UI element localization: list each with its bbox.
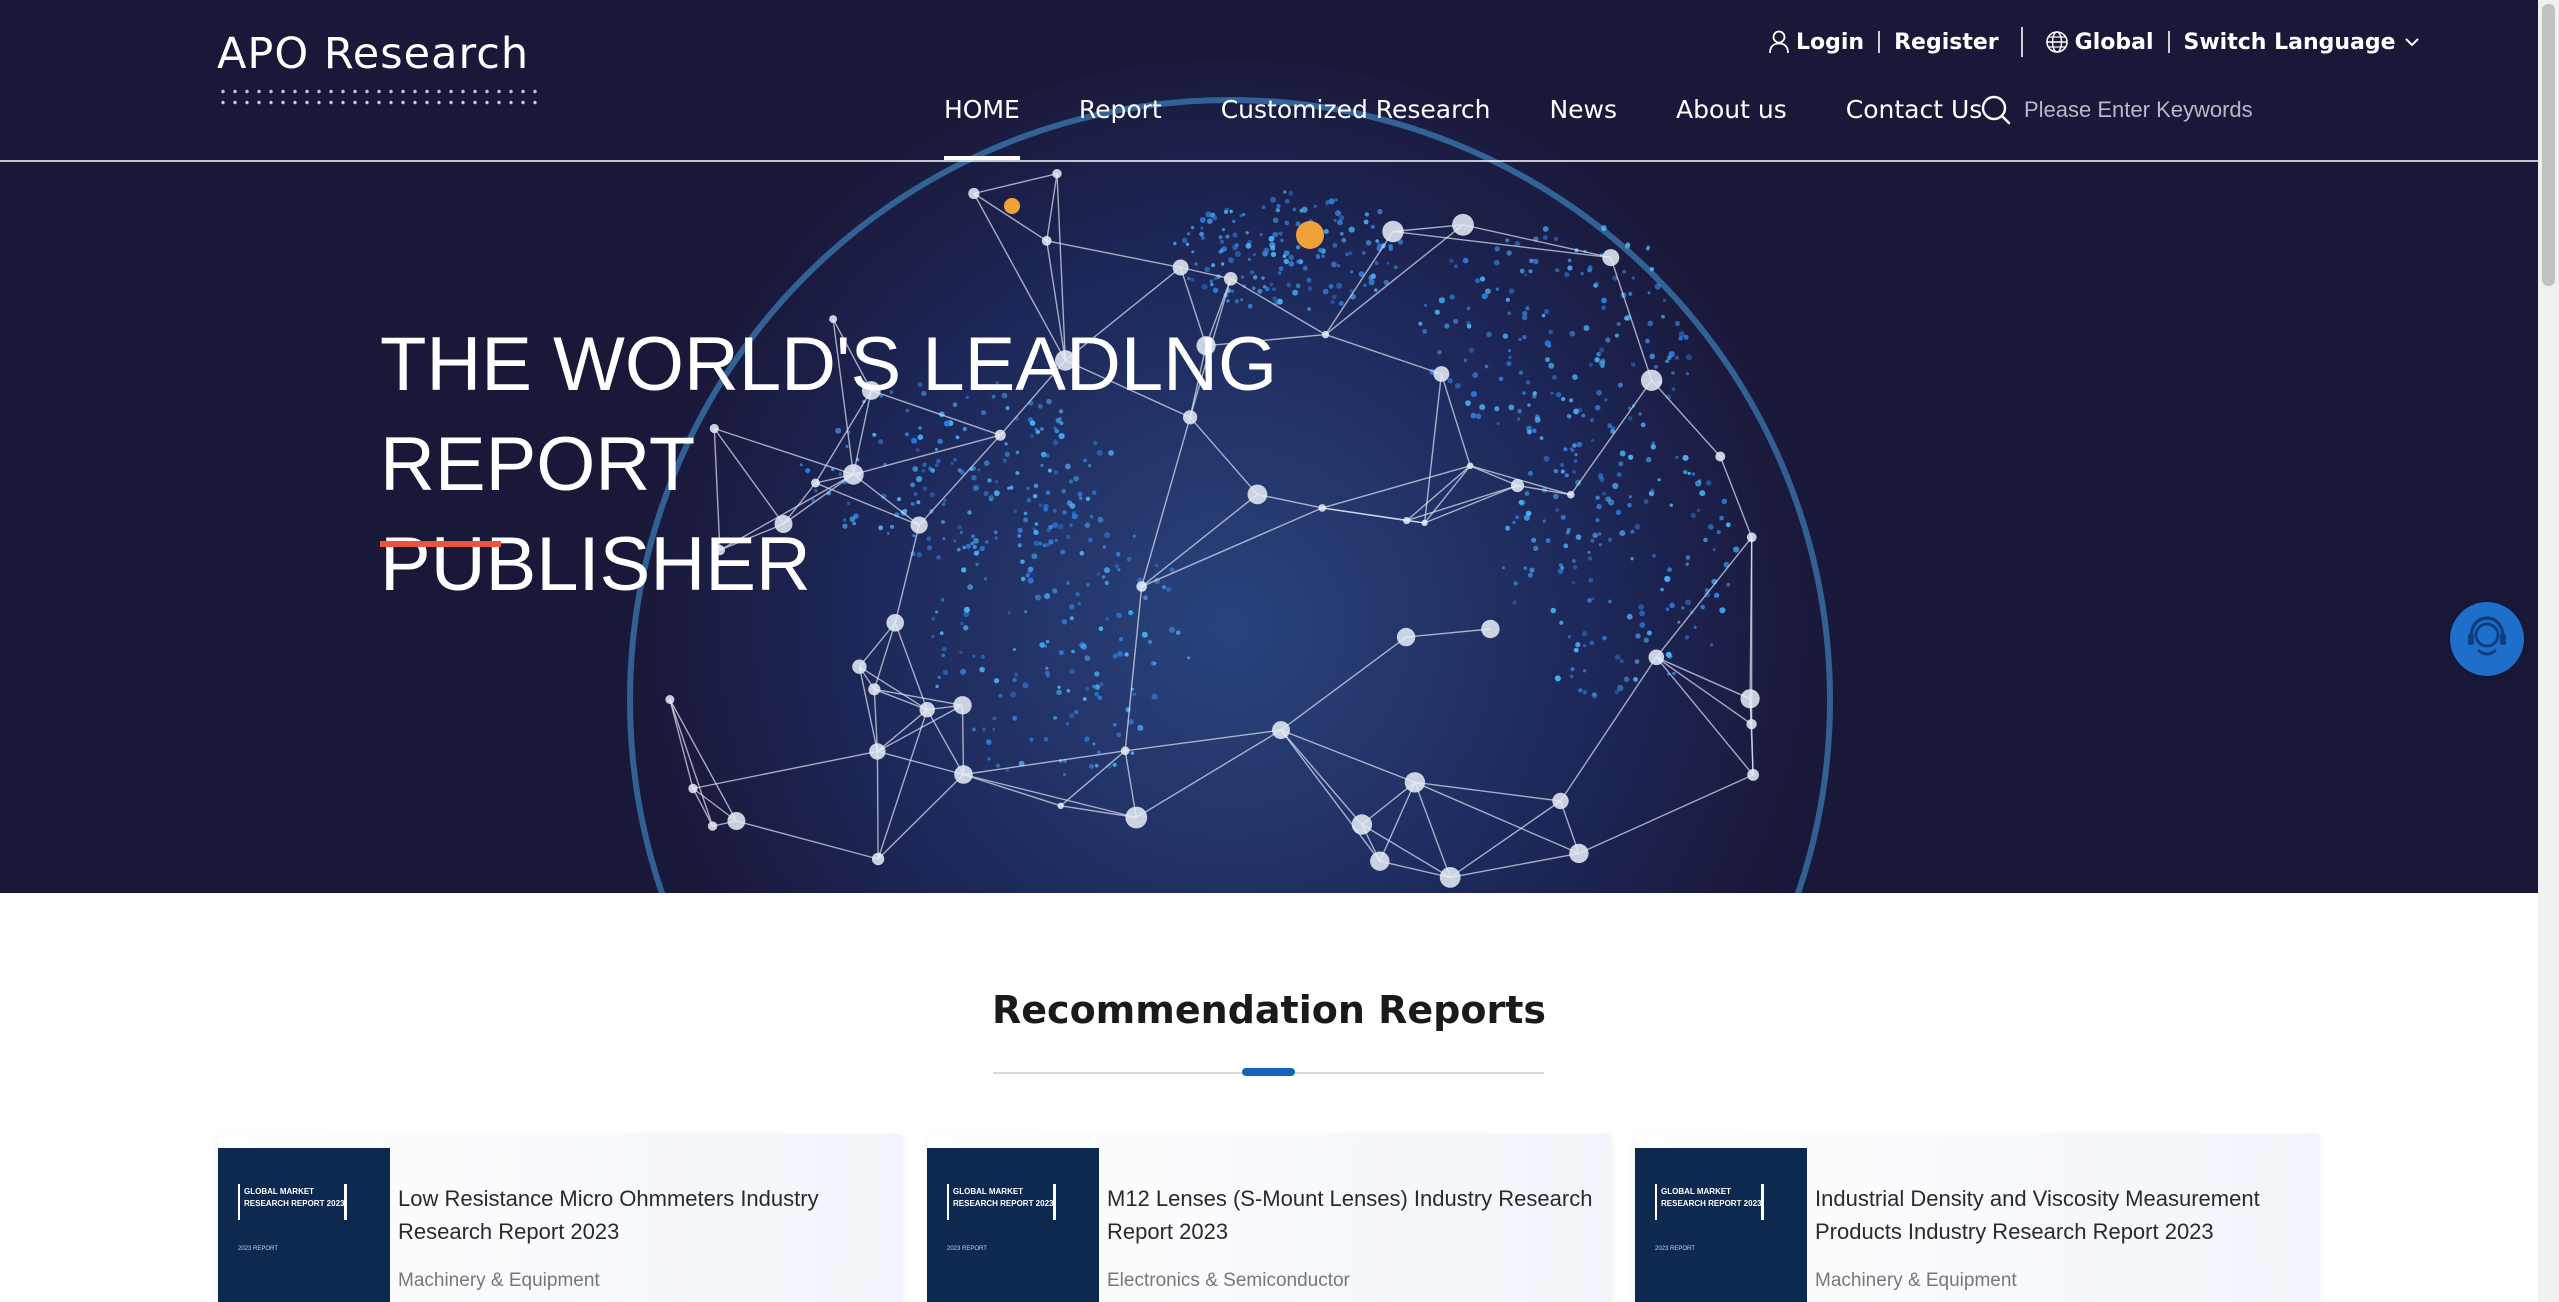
nav-item-home[interactable]: HOME: [944, 92, 1020, 160]
cover-text-line-1: GLOBAL MARKET: [244, 1187, 315, 1196]
report-title[interactable]: Low Resistance Micro Ohmmeters Industry …: [398, 1182, 893, 1248]
report-category[interactable]: Machinery & Equipment: [1815, 1270, 2017, 1292]
cover-text: GLOBAL MARKET RESEARCH REPORT 2023: [953, 1186, 1053, 1210]
search-input[interactable]: [2024, 97, 2264, 123]
cover-text-line-1: GLOBAL MARKET: [1661, 1187, 1732, 1196]
top-utility-bar: Login Register Global Switch Language: [1768, 24, 2426, 60]
logo-text: APO Research: [217, 29, 530, 79]
report-card[interactable]: GLOBAL MARKET RESEARCH REPORT 2023 2023 R…: [1635, 1134, 2320, 1302]
cover-text-line-2: RESEARCH REPORT 2023: [953, 1199, 1054, 1208]
divider: [2167, 31, 2170, 53]
report-card[interactable]: GLOBAL MARKET RESEARCH REPORT 2023 2023 R…: [218, 1134, 903, 1302]
divider: [2020, 27, 2023, 57]
recommendation-heading: Recommendation Reports: [992, 988, 1546, 1032]
report-cover-image[interactable]: GLOBAL MARKET RESEARCH REPORT 2023 2023 R…: [927, 1148, 1099, 1302]
hero-accent-line: [380, 541, 501, 547]
hero-banner: APO Research Login Register Global Switc…: [0, 0, 2538, 893]
hero-title-line-1: THE WORLD'S LEADLNG REPORT: [380, 322, 1278, 507]
search-icon[interactable]: [1980, 94, 2012, 126]
cover-bar: [947, 1184, 949, 1220]
report-card[interactable]: GLOBAL MARKET RESEARCH REPORT 2023 2023 R…: [927, 1134, 1612, 1302]
cover-subtext: 2023 REPORT: [1655, 1246, 1695, 1252]
logo-dots-decoration: [217, 86, 542, 108]
nav-item-news[interactable]: News: [1549, 92, 1617, 160]
main-navigation: HOME Report Customized Research News Abo…: [944, 92, 2041, 160]
login-link[interactable]: Login: [1796, 30, 1864, 55]
nav-item-about-us[interactable]: About us: [1676, 92, 1787, 160]
logo[interactable]: APO Research: [217, 28, 547, 118]
report-category[interactable]: Electronics & Semiconductor: [1107, 1270, 1350, 1292]
cover-bar: [1655, 1184, 1657, 1220]
search-box: [1980, 92, 2264, 128]
globe-icon: [2045, 30, 2069, 54]
cover-text-line-1: GLOBAL MARKET: [953, 1187, 1024, 1196]
nav-item-report[interactable]: Report: [1079, 92, 1162, 160]
heading-divider-accent: [1242, 1068, 1295, 1076]
report-cover-image[interactable]: GLOBAL MARKET RESEARCH REPORT 2023 2023 R…: [1635, 1148, 1807, 1302]
cover-text: GLOBAL MARKET RESEARCH REPORT 2023: [244, 1186, 344, 1210]
cover-subtext: 2023 REPORT: [947, 1246, 987, 1252]
cover-bar: [238, 1184, 240, 1220]
report-cover-image[interactable]: GLOBAL MARKET RESEARCH REPORT 2023 2023 R…: [218, 1148, 390, 1302]
report-title[interactable]: Industrial Density and Viscosity Measure…: [1815, 1182, 2310, 1248]
user-icon: [1768, 30, 1790, 54]
page-scrollbar[interactable]: [2538, 0, 2559, 1302]
nav-item-customized-research[interactable]: Customized Research: [1221, 92, 1491, 160]
cover-text-line-2: RESEARCH REPORT 2023: [244, 1199, 345, 1208]
cover-text-line-2: RESEARCH REPORT 2023: [1661, 1199, 1762, 1208]
cover-text: GLOBAL MARKET RESEARCH REPORT 2023: [1661, 1186, 1761, 1210]
customer-service-chat-button[interactable]: [2450, 602, 2524, 676]
region-selector[interactable]: Global: [2075, 30, 2154, 55]
switch-language-dropdown[interactable]: Switch Language: [2184, 30, 2396, 55]
hero-title-line-2: PUBLISHER: [380, 522, 811, 607]
divider: [1878, 31, 1881, 53]
cover-bar: [1761, 1184, 1764, 1220]
customer-service-icon: [2462, 612, 2512, 666]
nav-item-contact-us[interactable]: Contact Us: [1846, 92, 1983, 160]
scrollbar-thumb[interactable]: [2542, 4, 2555, 286]
cover-bar: [1053, 1184, 1056, 1220]
report-title[interactable]: M12 Lenses (S-Mount Lenses) Industry Res…: [1107, 1182, 1602, 1248]
chevron-down-icon[interactable]: [2404, 36, 2420, 48]
report-category[interactable]: Machinery & Equipment: [398, 1270, 600, 1292]
hero-title: THE WORLD'S LEADLNG REPORT PUBLISHER: [380, 315, 1580, 615]
cover-subtext: 2023 REPORT: [238, 1246, 278, 1252]
cover-bar: [344, 1184, 347, 1220]
header-divider: [0, 160, 2538, 162]
register-link[interactable]: Register: [1894, 30, 1999, 55]
